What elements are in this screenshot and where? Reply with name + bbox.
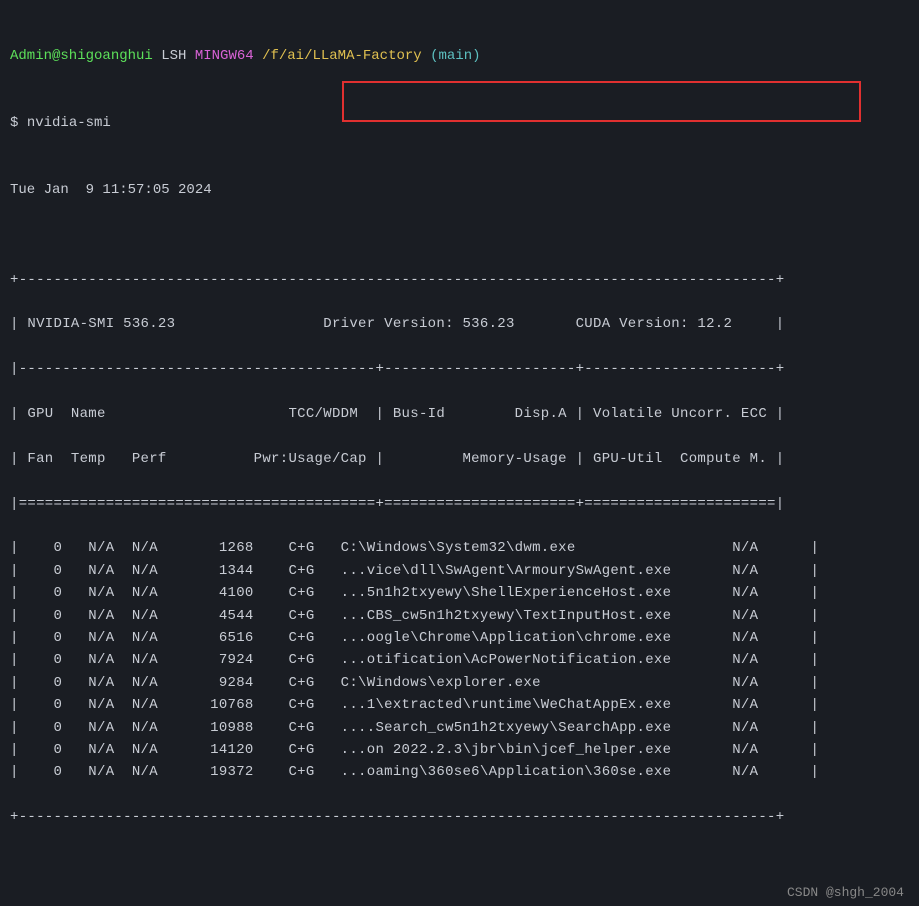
process-row: | 0 N/A N/A 10768 C+G ...1\extracted\run…	[10, 694, 909, 716]
process-row: | 0 N/A N/A 1344 C+G ...vice\dll\SwAgent…	[10, 560, 909, 582]
prompt-symbol: $	[10, 115, 18, 131]
process-row: | 0 N/A N/A 9284 C+G C:\Windows\explorer…	[10, 672, 909, 694]
process-list: | 0 N/A N/A 1268 C+G C:\Windows\System32…	[10, 537, 909, 783]
output-timestamp: Tue Jan 9 11:57:05 2024	[10, 179, 909, 201]
prompt-path: /f/ai/LLaMA-Factory	[262, 48, 422, 64]
prompt-line: Admin@shigoanghui LSH MINGW64 /f/ai/LLaM…	[10, 45, 909, 67]
terminal-window[interactable]: Admin@shigoanghui LSH MINGW64 /f/ai/LLaM…	[0, 0, 919, 906]
process-row: | 0 N/A N/A 19372 C+G ...oaming\360se6\A…	[10, 761, 909, 783]
watermark-text: CSDN @shgh_2004	[787, 883, 904, 904]
process-row: | 0 N/A N/A 4544 C+G ...CBS_cw5n1h2txyew…	[10, 605, 909, 627]
smi-divider1: |---------------------------------------…	[10, 358, 909, 380]
prompt-host: LSH	[153, 48, 195, 64]
smi-col-header2: | Fan Temp Perf Pwr:Usage/Cap | Memory-U…	[10, 448, 909, 470]
smi-top-border: +---------------------------------------…	[10, 269, 909, 291]
prompt-shell: MINGW64	[195, 48, 254, 64]
smi-divider2: |=======================================…	[10, 493, 909, 515]
process-row: | 0 N/A N/A 6516 C+G ...oogle\Chrome\App…	[10, 627, 909, 649]
process-row: | 0 N/A N/A 10988 C+G ....Search_cw5n1h2…	[10, 717, 909, 739]
entered-command[interactable]: nvidia-smi	[27, 115, 111, 131]
process-row: | 0 N/A N/A 4100 C+G ...5n1h2txyewy\Shel…	[10, 582, 909, 604]
command-line: $ nvidia-smi	[10, 112, 909, 134]
smi-header-line: | NVIDIA-SMI 536.23 Driver Version: 536.…	[10, 313, 909, 335]
process-row: | 0 N/A N/A 1268 C+G C:\Windows\System32…	[10, 537, 909, 559]
prompt-user: Admin@shigoanghui	[10, 48, 153, 64]
prompt-branch: (main)	[430, 48, 480, 64]
process-row: | 0 N/A N/A 7924 C+G ...otification\AcPo…	[10, 649, 909, 671]
smi-col-header1: | GPU Name TCC/WDDM | Bus-Id Disp.A | Vo…	[10, 403, 909, 425]
process-row: | 0 N/A N/A 14120 C+G ...on 2022.2.3\jbr…	[10, 739, 909, 761]
smi-bottom-border: +---------------------------------------…	[10, 806, 909, 828]
nvidia-smi-output: +---------------------------------------…	[10, 246, 909, 828]
